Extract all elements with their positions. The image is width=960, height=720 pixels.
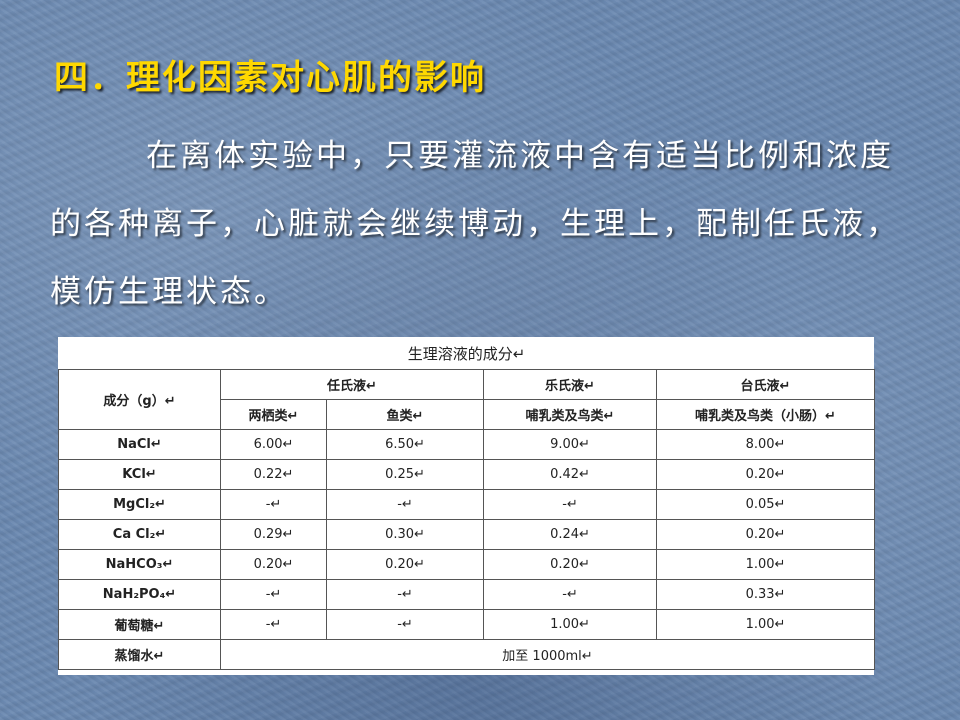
subheader-amphibian: 两栖类↵ (220, 399, 327, 430)
table-cell: 0.30↵ (326, 519, 484, 550)
table-row: 葡萄糖↵ -↵ -↵ 1.00↵ 1.00↵ (58, 609, 875, 640)
table-cell: 0.20↵ (326, 549, 484, 580)
table-cell: -↵ (220, 579, 327, 610)
table-cell: 0.22↵ (220, 459, 327, 490)
table-cell: 0.20↵ (483, 549, 657, 580)
group-header-locke: 乐氏液↵ (483, 369, 657, 400)
solution-composition-table: 生理溶液的成分↵ 成分（g）↵ 任氏液↵ 乐氏液↵ 台氏液↵ 两栖类↵ 鱼类↵ … (58, 337, 875, 670)
caption-row: 生理溶液的成分↵ (58, 337, 875, 370)
table-cell: 0.25↵ (326, 459, 484, 490)
row-label: KCl↵ (58, 459, 221, 490)
row-label: MgCl₂↵ (58, 489, 221, 520)
subheader-mammal-bird-intestine: 哺乳类及鸟类（小肠）↵ (656, 399, 875, 430)
table-row: KCl↵ 0.22↵ 0.25↵ 0.42↵ 0.20↵ (58, 459, 875, 490)
row-label: NaCl↵ (58, 429, 221, 460)
body-paragraph: 在离体实验中，只要灌流液中含有适当比例和浓度的各种离子，心脏就会继续博动，生理上… (50, 138, 900, 310)
table-cell: 0.20↵ (656, 459, 875, 490)
table-cell-water: 加至 1000ml↵ (220, 639, 875, 670)
table-cell: 0.20↵ (656, 519, 875, 550)
table-cell: 8.00↵ (656, 429, 875, 460)
table-cell: 6.00↵ (220, 429, 327, 460)
table-cell: 0.05↵ (656, 489, 875, 520)
table-row: NaCl↵ 6.00↵ 6.50↵ 9.00↵ 8.00↵ (58, 429, 875, 460)
table-cell: -↵ (220, 489, 327, 520)
subheader-fish: 鱼类↵ (326, 399, 484, 430)
group-header-ringer: 任氏液↵ (220, 369, 484, 400)
table-cell: -↵ (326, 489, 484, 520)
row-label: NaH₂PO₄↵ (58, 579, 221, 610)
corner-label: 成分（g）↵ (58, 369, 221, 430)
table-cell: 6.50↵ (326, 429, 484, 460)
row-label: 葡萄糖↵ (58, 609, 221, 640)
table-cell: 0.24↵ (483, 519, 657, 550)
table-cell: 0.33↵ (656, 579, 875, 610)
table-cell: 0.42↵ (483, 459, 657, 490)
table-row: NaHCO₃↵ 0.20↵ 0.20↵ 0.20↵ 1.00↵ (58, 549, 875, 580)
slide-title: 四．理化因素对心肌的影响 (54, 58, 486, 98)
table-row: NaH₂PO₄↵ -↵ -↵ -↵ 0.33↵ (58, 579, 875, 610)
table-cell: 0.20↵ (220, 549, 327, 580)
table-cell: 1.00↵ (656, 609, 875, 640)
table-cell: 1.00↵ (656, 549, 875, 580)
table-cell: 0.29↵ (220, 519, 327, 550)
subheader-mammal-bird: 哺乳类及鸟类↵ (483, 399, 657, 430)
group-header-row: 成分（g）↵ 任氏液↵ 乐氏液↵ 台氏液↵ (58, 369, 875, 430)
row-label: NaHCO₃↵ (58, 549, 221, 580)
row-label: Ca Cl₂↵ (58, 519, 221, 550)
table-row: MgCl₂↵ -↵ -↵ -↵ 0.05↵ (58, 489, 875, 520)
row-label: 蒸馏水↵ (58, 639, 221, 670)
table-row: Ca Cl₂↵ 0.29↵ 0.30↵ 0.24↵ 0.20↵ (58, 519, 875, 550)
table-row-water: 蒸馏水↵ 加至 1000ml↵ (58, 639, 875, 670)
table-cell: 1.00↵ (483, 609, 657, 640)
group-header-tyrode: 台氏液↵ (656, 369, 875, 400)
table-cell: -↵ (483, 579, 657, 610)
table-cell: -↵ (326, 609, 484, 640)
table-cell: 9.00↵ (483, 429, 657, 460)
table-caption: 生理溶液的成分↵ (58, 337, 875, 370)
table-cell: -↵ (326, 579, 484, 610)
solution-table-container: 生理溶液的成分↵ 成分（g）↵ 任氏液↵ 乐氏液↵ 台氏液↵ 两栖类↵ 鱼类↵ … (58, 337, 875, 675)
table-cell: -↵ (220, 609, 327, 640)
table-cell: -↵ (483, 489, 657, 520)
